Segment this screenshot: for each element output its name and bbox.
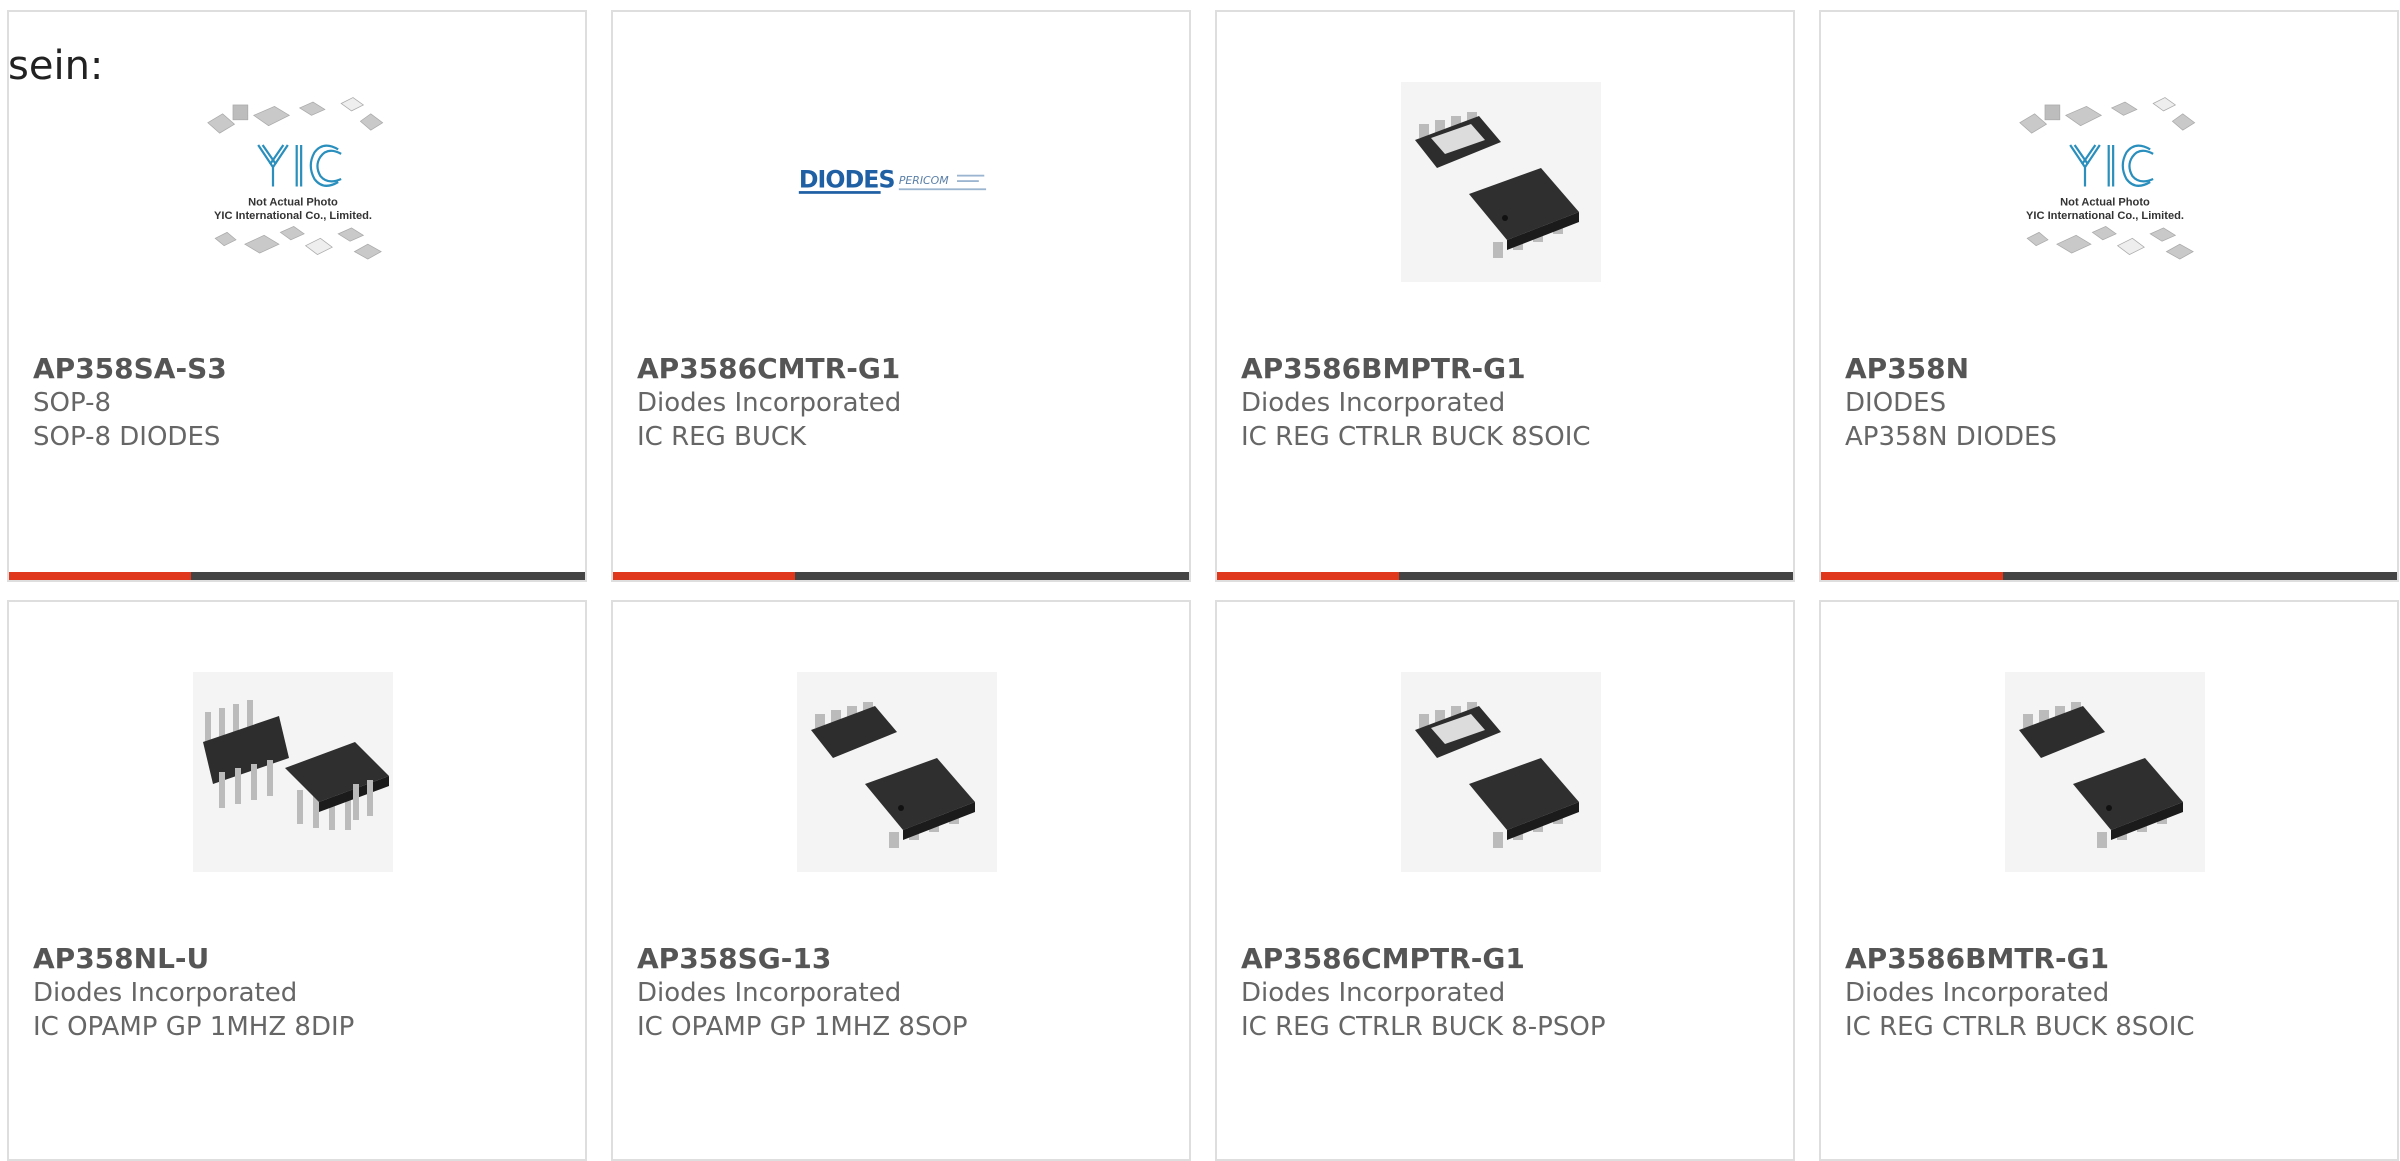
soic-chip-icon — [1401, 672, 1601, 872]
image-caption: YIC International Co., Limited. — [2026, 210, 2184, 222]
product-image[interactable] — [2005, 672, 2205, 872]
image-caption: Not Actual Photo — [2060, 197, 2150, 209]
description-text: IC OPAMP GP 1MHZ 8SOP — [637, 1012, 968, 1042]
diodes-logo-icon: DIODES PERICOM — [798, 165, 987, 194]
product-card[interactable]: AP358NL-U Diodes Incorporated IC OPAMP G… — [7, 600, 587, 1161]
product-card[interactable]: AP3586BMTR-G1 Diodes Incorporated IC REG… — [1819, 600, 2399, 1161]
product-image[interactable] — [1401, 672, 1601, 872]
soic-chip-icon — [2005, 672, 2205, 872]
description-text: IC REG CTRLR BUCK 8-PSOP — [1241, 1012, 1606, 1042]
card-bar-accent — [1821, 572, 2003, 580]
manufacturer-text: Diodes Incorporated — [1241, 388, 1506, 418]
card-bar-accent — [613, 572, 795, 580]
manufacturer-text: Diodes Incorporated — [33, 978, 298, 1008]
logo-text: DIODES — [799, 165, 895, 193]
card-bottom-bar — [9, 572, 585, 580]
dip-chip-icon — [193, 672, 393, 872]
part-number[interactable]: AP358SG-13 — [637, 942, 831, 976]
manufacturer-text: DIODES — [1845, 388, 1947, 418]
product-card[interactable]: AP3586BMPTR-G1 Diodes Incorporated IC RE… — [1215, 10, 1795, 582]
card-bar-accent — [1217, 572, 1399, 580]
logo-text: PERICOM — [899, 174, 949, 187]
soic-chip-icon — [797, 672, 997, 872]
product-card[interactable]: DIODES PERICOM AP3586CMTR-G1 Diodes Inco… — [611, 10, 1191, 582]
description-text: IC REG CTRLR BUCK 8SOIC — [1845, 1012, 2195, 1042]
description-text: SOP-8 DIODES — [33, 422, 221, 452]
product-image[interactable]: Not Actual Photo YIC International Co., … — [193, 82, 393, 282]
description-text: AP358N DIODES — [1845, 422, 2057, 452]
part-number[interactable]: AP3586BMPTR-G1 — [1241, 352, 1526, 386]
part-number[interactable]: AP358NL-U — [33, 942, 209, 976]
package-text: SOP-8 — [33, 388, 111, 418]
part-number[interactable]: AP358SA-S3 — [33, 352, 227, 386]
card-bottom-bar — [1821, 572, 2397, 580]
part-number[interactable]: AP3586CMPTR-G1 — [1241, 942, 1525, 976]
product-card[interactable]: Not Actual Photo YIC International Co., … — [7, 10, 587, 582]
manufacturer-text: Diodes Incorporated — [1241, 978, 1506, 1008]
yic-placeholder-icon: Not Actual Photo YIC International Co., … — [207, 97, 384, 260]
manufacturer-text: Diodes Incorporated — [1845, 978, 2110, 1008]
product-image[interactable] — [1401, 82, 1601, 282]
part-number[interactable]: AP3586CMTR-G1 — [637, 352, 900, 386]
product-card[interactable]: Not Actual Photo YIC International Co., … — [1819, 10, 2399, 582]
manufacturer-text: Diodes Incorporated — [637, 388, 902, 418]
image-caption: Not Actual Photo — [248, 197, 338, 209]
product-image[interactable] — [797, 672, 997, 872]
product-image[interactable]: DIODES PERICOM — [797, 82, 997, 282]
part-number[interactable]: AP3586BMTR-G1 — [1845, 942, 2109, 976]
description-text: IC REG BUCK — [637, 422, 807, 452]
lead-text: sein: — [8, 43, 104, 89]
product-image[interactable]: Not Actual Photo YIC International Co., … — [2005, 82, 2205, 282]
card-bottom-bar — [613, 572, 1189, 580]
product-grid: Not Actual Photo YIC International Co., … — [7, 10, 2400, 1161]
product-card[interactable]: AP358SG-13 Diodes Incorporated IC OPAMP … — [611, 600, 1191, 1161]
manufacturer-text: Diodes Incorporated — [637, 978, 902, 1008]
part-number[interactable]: AP358N — [1845, 352, 1969, 386]
product-image[interactable] — [193, 672, 393, 872]
card-bar-accent — [9, 572, 191, 580]
card-bottom-bar — [1217, 572, 1793, 580]
description-text: IC REG CTRLR BUCK 8SOIC — [1241, 422, 1591, 452]
soic-chip-icon — [1401, 82, 1601, 282]
image-caption: YIC International Co., Limited. — [214, 210, 372, 222]
product-card[interactable]: AP3586CMPTR-G1 Diodes Incorporated IC RE… — [1215, 600, 1795, 1161]
yic-placeholder-icon: Not Actual Photo YIC International Co., … — [2019, 97, 2196, 260]
description-text: IC OPAMP GP 1MHZ 8DIP — [33, 1012, 355, 1042]
